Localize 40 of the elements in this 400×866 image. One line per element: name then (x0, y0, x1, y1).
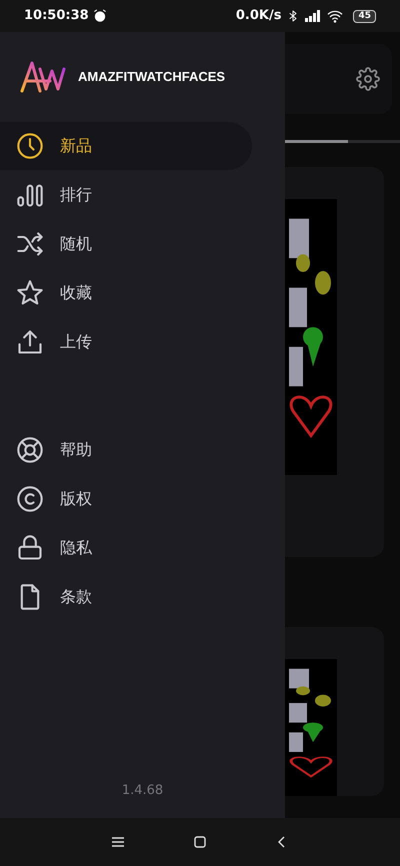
drawer-item-label: 条款 (60, 586, 92, 608)
alarm-icon (92, 9, 107, 23)
drawer-item[interactable]: 条款 (0, 573, 252, 621)
network-speed: 0.0K/s (236, 7, 282, 26)
drawer-item[interactable]: 帮助 (0, 426, 252, 474)
wifi-icon (327, 8, 344, 24)
clock-icon (16, 132, 44, 160)
drawer-item[interactable]: 版权 (0, 475, 252, 523)
logo-icon (20, 61, 66, 93)
drawer-item-label: 上传 (60, 331, 92, 353)
drawer-item-label: 隐私 (60, 537, 92, 559)
lock-icon (16, 534, 44, 562)
lifebuoy-icon (16, 436, 44, 464)
shuffle-icon (16, 230, 44, 258)
drawer-item-label: 随机 (60, 233, 92, 255)
drawer-item[interactable]: 排行 (0, 171, 252, 219)
version-label: 1.4.68 (122, 782, 164, 800)
status-time: 10:50:38 (24, 7, 89, 26)
drawer-item[interactable]: 随机 (0, 220, 252, 268)
app-name: AMAZFITWATCHFACES (78, 68, 226, 86)
drawer-item[interactable]: 收藏 (0, 269, 252, 317)
signal-icon (305, 10, 322, 22)
menu-icon[interactable] (112, 837, 124, 847)
drawer-item[interactable]: 隐私 (0, 524, 252, 572)
copyright-icon (16, 485, 44, 513)
drawer-item-label: 排行 (60, 184, 92, 206)
drawer-item-label: 新品 (60, 135, 92, 157)
drawer-item-label: 帮助 (60, 439, 92, 461)
drawer-item[interactable]: 新品 (0, 122, 252, 170)
settings-icon (356, 67, 380, 91)
upload-icon (16, 328, 44, 356)
watchface-card[interactable] (285, 167, 384, 557)
drawer-item-label: 版权 (60, 488, 92, 510)
home-icon[interactable] (194, 836, 206, 848)
watchface-card[interactable] (285, 627, 384, 796)
drawer-item[interactable]: 上传 (0, 318, 252, 366)
bluetooth-icon (287, 9, 300, 23)
drawer-item-label: 收藏 (60, 282, 92, 304)
battery-indicator: 45 (353, 10, 376, 22)
star-icon (16, 279, 44, 307)
